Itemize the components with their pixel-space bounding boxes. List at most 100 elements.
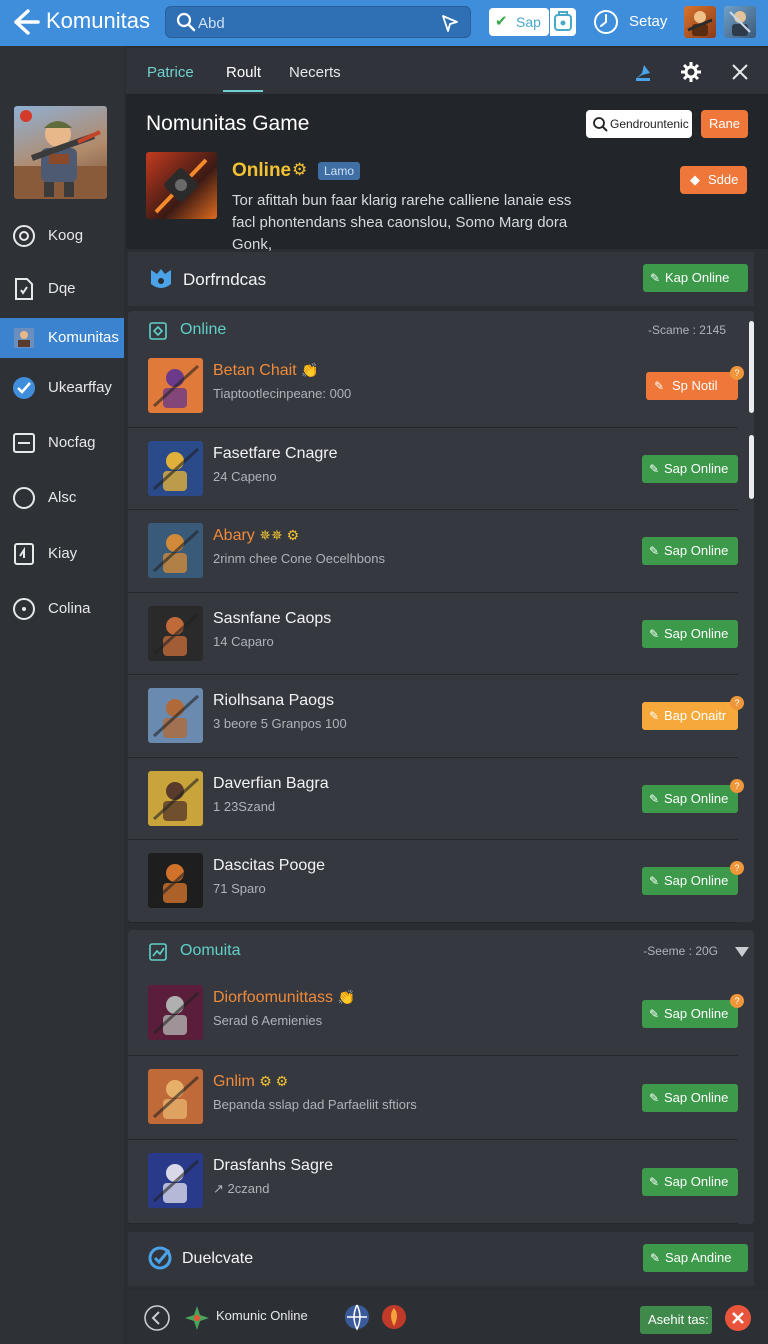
diamond-square-icon xyxy=(149,322,167,340)
list-item[interactable]: Daverfian Bagra 1 23Szand ✎ Sap Online? xyxy=(128,758,744,840)
shield-icon xyxy=(151,269,171,288)
game-cover-image xyxy=(146,152,217,219)
close-icon[interactable] xyxy=(729,61,751,83)
pencil-icon: ✎ xyxy=(649,1091,660,1105)
row-title: Riolhsana Paogs xyxy=(213,692,334,710)
user-name[interactable]: Setay xyxy=(629,13,667,30)
globe-icon[interactable] xyxy=(343,1303,371,1331)
row-action-button[interactable]: ✎ Sap Online xyxy=(642,1084,738,1112)
row-action-button[interactable]: ✎ Sap Online xyxy=(642,867,738,895)
cursor-icon[interactable] xyxy=(440,13,460,33)
sap-andine-button[interactable]: ✎ Sap Andine xyxy=(643,1244,748,1272)
tab-roult[interactable]: Roult xyxy=(226,64,261,81)
row-action-button[interactable]: ✎ Sap Online xyxy=(642,619,738,648)
sidebar-item-label: Nocfag xyxy=(48,434,96,451)
row-action-button[interactable]: ✎ Sap Online xyxy=(642,784,738,813)
flame-orb-icon[interactable] xyxy=(380,1303,408,1331)
row-action-button[interactable]: ✎ Sap Online xyxy=(642,1000,738,1028)
button-label: Sap Online xyxy=(664,543,729,558)
clock-icon[interactable] xyxy=(593,9,619,35)
pencil-icon: ✎ xyxy=(654,379,665,393)
gear-icon[interactable] xyxy=(680,61,702,83)
save-button[interactable]: ✔ Sap xyxy=(489,8,549,36)
circle-icon xyxy=(13,487,35,509)
row-title: Drasfanhs Sagre xyxy=(213,1157,333,1175)
check-icon: ✔ xyxy=(495,13,508,30)
sidebar-item-koog[interactable]: Koog xyxy=(0,216,124,256)
side-button[interactable]: ◆ Sdde xyxy=(680,166,747,194)
button-label: Sp Notil xyxy=(672,378,718,393)
back-arrow-icon[interactable] xyxy=(8,6,40,38)
notification-dot: ? xyxy=(730,861,744,875)
list-item[interactable]: Sasnfane Caops 14 Caparo ✎ Sap Online xyxy=(128,593,738,675)
chevron-down-icon[interactable] xyxy=(734,946,750,958)
list-item[interactable]: Fasetfare Cnagre 24 Capeno ✎ Sap Online xyxy=(128,428,738,510)
row-action-button[interactable]: ✎ Sap Online xyxy=(642,1168,738,1196)
user-avatar[interactable] xyxy=(684,6,716,38)
list-item[interactable]: Abary ✵✵ ⚙ 2rinm chee Cone Oecelhbons ✎ Sap… xyxy=(128,510,738,593)
tab-patrice[interactable]: Patrice xyxy=(147,64,194,81)
footer-bar: Komunic Online Asehit tas: xyxy=(126,1290,768,1344)
scrollbar[interactable] xyxy=(749,321,754,413)
sidebar-item-dqe[interactable]: Dqe xyxy=(0,269,124,309)
section-title: Duelcvate xyxy=(182,1250,254,1267)
tag-close-icon[interactable] xyxy=(724,1304,752,1332)
list-item[interactable]: Riolhsana Paogs 3 beore 5 Granpos 100 ✎ Ba… xyxy=(128,675,744,758)
sidebar-item-kiay[interactable]: Kiay xyxy=(0,534,124,574)
footer-label: Komunic Online xyxy=(216,1308,308,1323)
search-input[interactable] xyxy=(198,11,428,35)
rane-button[interactable]: Rane xyxy=(701,110,748,138)
sidebar-item-ukearffay[interactable]: Ukearffay xyxy=(0,368,124,408)
pencil-icon: ✎ xyxy=(649,709,660,723)
row-action-button[interactable]: ✎ Sap Online xyxy=(642,454,738,483)
pencil-icon: ✎ xyxy=(650,1251,661,1265)
profile-avatar[interactable] xyxy=(14,106,107,199)
card-icon xyxy=(14,543,34,565)
row-action-button[interactable]: ✎ Bap Onaitr xyxy=(642,702,738,730)
row-title: Gnlim ⚙ ⚙ xyxy=(213,1073,288,1091)
button-label: Kap Online xyxy=(665,270,730,285)
kap-online-button[interactable]: ✎ Kap Online xyxy=(643,264,748,292)
sidebar-item-komunitas[interactable]: Komunitas xyxy=(0,318,124,358)
row-title-text: Abary xyxy=(213,527,255,544)
button-label: Sap Andine xyxy=(665,1250,732,1265)
tab-necerts[interactable]: Necerts xyxy=(289,64,341,81)
row-subtitle: 71 Sparo xyxy=(213,881,266,896)
pencil-icon: ✎ xyxy=(650,271,661,285)
button-label: Sap Online xyxy=(664,1174,729,1189)
header-search-button[interactable]: Gendrountenic xyxy=(586,110,692,138)
pin-icon[interactable] xyxy=(632,61,654,83)
target-icon xyxy=(13,225,35,247)
row-title-text: Drasfanhs Sagre xyxy=(213,1157,334,1174)
list-item[interactable]: Betan Chait 👏 Tiaptootlecinpeane: 000 ✎ Sp … xyxy=(128,345,744,428)
game-thumbnail xyxy=(148,985,203,1040)
list-item[interactable]: Dascitas Pooge 71 Sparo ✎ Sap Online? xyxy=(128,840,744,923)
row-title: Dascitas Pooge xyxy=(213,857,325,875)
row-action-button[interactable]: ✎ Sp Notil xyxy=(646,372,738,400)
sidebar-item-nocfag[interactable]: Nocfag xyxy=(0,423,124,463)
pencil-icon: ✎ xyxy=(649,791,660,806)
bag-button[interactable] xyxy=(550,8,576,36)
section-title: Online xyxy=(180,321,227,338)
scrollbar-thumb[interactable] xyxy=(749,435,754,499)
game-description: Tor afittah bun faar klarig rarehe calli… xyxy=(232,192,572,253)
sidebar-item-colina[interactable]: Colina xyxy=(0,589,124,629)
sidebar-item-alsc[interactable]: Alsc xyxy=(0,478,124,518)
row-subtitle: Bepanda sslap dad Parfaeliit sftiors xyxy=(213,1097,417,1112)
row-emoji: ✵✵ ⚙ xyxy=(259,527,300,543)
row-action-button[interactable]: ✎ Sap Online xyxy=(642,537,738,565)
footer-action-button[interactable]: Asehit tas: xyxy=(640,1306,712,1334)
button-label: Bap Onaitr xyxy=(664,708,727,723)
oomuita-section-header: Oomuita -Seeme : 20G xyxy=(128,932,754,972)
document-icon xyxy=(15,278,33,300)
row-title: Daverfian Bagra xyxy=(213,775,329,793)
list-item[interactable]: Drasfanhs Sagre ↗ 2czand ✎ Sap Online xyxy=(128,1140,738,1224)
search-bar[interactable] xyxy=(165,6,471,38)
friend-avatar[interactable] xyxy=(724,6,756,38)
dorfrndcas-section: Dorfrndcas ✎ Kap Online xyxy=(128,252,754,306)
chevron-left-icon[interactable] xyxy=(144,1305,170,1331)
list-item[interactable]: Gnlim ⚙ ⚙ Bepanda sslap dad Parfaeliit sf… xyxy=(128,1056,738,1140)
row-subtitle: Tiaptootlecinpeane: 000 xyxy=(213,386,352,401)
section-title: Dorfrndcas xyxy=(183,270,267,289)
list-item[interactable]: Diorfoomunittass 👏 Serad 6 Aemienies ✎ Sap … xyxy=(128,972,744,1056)
